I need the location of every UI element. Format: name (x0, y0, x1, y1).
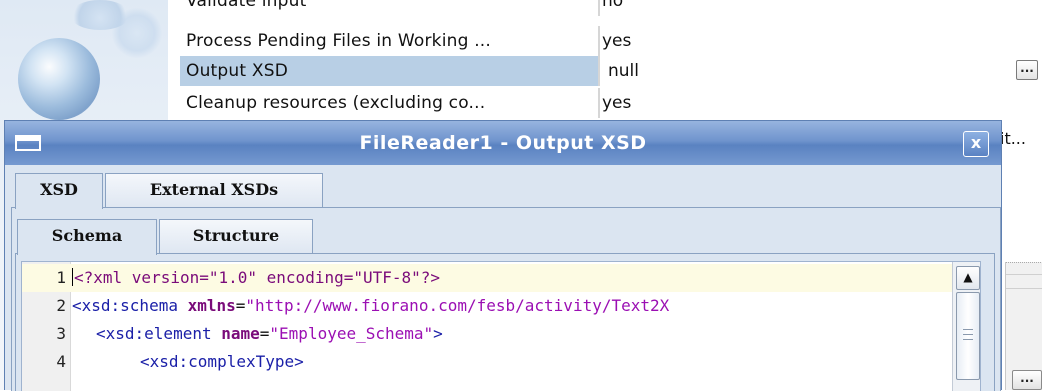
background-panel: ... (1005, 262, 1042, 390)
xml-tag: <xsd:schema (72, 296, 178, 315)
property-row-cleanup-resources[interactable]: Cleanup resources (excluding co... yes (180, 88, 1042, 118)
property-name: Validate input (186, 0, 307, 11)
close-button[interactable]: x (963, 131, 989, 157)
thumb-grip (963, 329, 973, 330)
dialog-titlebar[interactable]: FileReader1 - Output XSD x (5, 121, 1001, 165)
tab-xsd[interactable]: XSD (15, 173, 103, 209)
line-number: 3 (56, 324, 66, 343)
tab-structure[interactable]: Structure (159, 219, 313, 253)
edit-ellipsis-button[interactable]: ... (1016, 60, 1038, 80)
dialog-title: FileReader1 - Output XSD (359, 132, 647, 154)
property-value-truncated: it... (1000, 129, 1026, 148)
property-value[interactable]: no (600, 0, 1040, 16)
output-xsd-dialog: FileReader1 - Output XSD x XSD External … (4, 120, 1002, 391)
scroll-up-button[interactable]: ▲ (956, 266, 980, 290)
xml-tag: <xsd:element (96, 324, 212, 343)
text-caret (72, 268, 73, 286)
property-row-validate-input[interactable]: Validate input no (180, 0, 1042, 16)
property-name: Output XSD (180, 56, 598, 86)
property-row-process-pending-files[interactable]: Process Pending Files in Working ... yes (180, 26, 1042, 56)
xml-attribute: name (221, 324, 260, 343)
xml-string: "http://www.fiorano.com/fesb/activity/Te… (245, 296, 670, 315)
xml-tag: <xsd:complexType> (140, 352, 304, 371)
code-line[interactable]: 4 <xsd:complexType> (22, 348, 952, 376)
xml-equals: = (259, 324, 270, 343)
xml-tag: > (433, 324, 443, 343)
vertical-scrollbar[interactable]: ▲ (952, 262, 980, 391)
property-value[interactable]: yes (600, 88, 1040, 118)
xml-string: "Employee_Schema" (269, 324, 434, 343)
code-line[interactable]: 2 <xsd:schema xmlns="http://www.fiorano.… (22, 292, 952, 320)
code-text: <xsd:schema xmlns="http://www.fiorano.co… (72, 292, 669, 320)
decorative-bubble (112, 8, 162, 58)
property-name: Process Pending Files in Working ... (186, 31, 492, 51)
xsd-code-editor[interactable]: 1 <?xml version="1.0" encoding="UTF-8"?>… (21, 261, 981, 391)
code-line[interactable]: 1 <?xml version="1.0" encoding="UTF-8"?> (22, 264, 952, 292)
thumb-grip (963, 334, 973, 335)
line-number: 2 (56, 296, 66, 315)
code-text: <xsd:complexType> (140, 348, 304, 376)
xml-declaration: <?xml version="1.0" encoding="UTF-8"?> (74, 268, 441, 287)
line-number: 1 (56, 268, 66, 287)
divider (1006, 274, 1042, 275)
xml-equals: = (235, 296, 246, 315)
property-name: Cleanup resources (excluding co... (186, 93, 486, 113)
property-value[interactable]: yes (600, 26, 1040, 56)
scrollbar-thumb[interactable] (956, 292, 980, 380)
xml-attribute: xmlns (187, 296, 236, 315)
tab-external-xsds[interactable]: External XSDs (105, 173, 323, 207)
divider (1006, 288, 1042, 289)
code-text: <?xml version="1.0" encoding="UTF-8"?> (72, 264, 440, 292)
code-text: <xsd:element name="Employee_Schema"> (96, 320, 443, 348)
thumb-grip (963, 339, 973, 340)
line-number: 4 (56, 352, 66, 371)
decorative-bubble (18, 38, 100, 120)
code-line[interactable]: 3 <xsd:element name="Employee_Schema"> (22, 320, 952, 348)
property-value[interactable]: null (600, 56, 1040, 86)
tab-schema[interactable]: Schema (17, 219, 157, 255)
divider (1006, 262, 1042, 263)
property-row-output-xsd[interactable]: Output XSD null ... (180, 56, 1042, 86)
edit-ellipsis-button[interactable]: ... (1012, 370, 1042, 390)
